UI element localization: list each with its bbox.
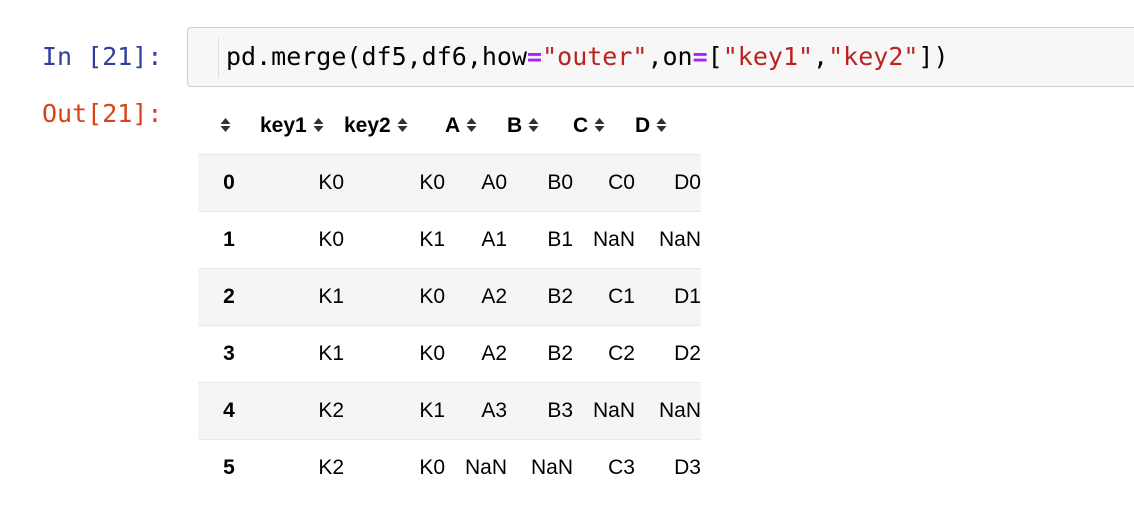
table-cell-c: C1 [608, 285, 635, 308]
row-index: 5 [223, 456, 235, 479]
table-cell-d: D2 [674, 342, 701, 365]
column-header-label: key1 [260, 114, 307, 137]
table-cell-key1: K2 [318, 456, 344, 479]
table-cell-b: B1 [547, 228, 573, 251]
table-cell-a: A2 [481, 342, 507, 365]
table-cell-c: C0 [608, 171, 635, 194]
code-token: = [692, 42, 708, 71]
table-cell-b: B2 [547, 285, 573, 308]
table-cell-d: D1 [674, 285, 701, 308]
column-header-label: key2 [344, 114, 391, 137]
table-cell-key2: K0 [419, 342, 445, 365]
code-token: ,on [647, 42, 693, 71]
table-cell-d: NaN [658, 399, 701, 422]
code-token: [ [707, 42, 723, 71]
column-header-d[interactable]: D [635, 98, 701, 155]
index-column-header[interactable] [198, 98, 260, 155]
column-header-label: D [635, 114, 651, 137]
sort-both-icon[interactable] [528, 117, 539, 133]
table-cell-d: NaN [658, 228, 701, 251]
column-header-key2[interactable]: key2 [344, 98, 445, 155]
table-row: 5 K2 K0 NaN NaN C3 D3 [198, 439, 701, 497]
table-cell-key1: K0 [318, 228, 344, 251]
sort-both-icon[interactable] [594, 117, 605, 133]
code-token: pd.merge(df5,df6,how [226, 42, 528, 71]
table-cell-key2: K0 [419, 171, 445, 194]
table-cell-b: NaN [530, 456, 573, 479]
code-token: "key1" [722, 42, 814, 71]
table-cell-a: A2 [481, 285, 507, 308]
dataframe-table: key1 key2 A B C D 0 K0 K0 A0 B0 C0 D0 1 K0 K1 A1 B1 NaN Na… [198, 98, 701, 496]
column-header-b[interactable]: B [507, 98, 573, 155]
table-cell-d: D3 [674, 456, 701, 479]
table-cell-c: C2 [608, 342, 635, 365]
code-token: , [813, 42, 829, 71]
table-row: 3 K1 K0 A2 B2 C2 D2 [198, 325, 701, 383]
table-header-row: key1 key2 A B C D [198, 98, 701, 155]
row-index: 2 [223, 285, 235, 308]
table-body: 0 K0 K0 A0 B0 C0 D0 1 K0 K1 A1 B1 NaN NaN 2 K1 K0 A2 B2 C1 D… [198, 154, 701, 497]
sort-both-icon[interactable] [397, 117, 408, 133]
code-token: ]) [918, 42, 949, 71]
table-cell-key2: K1 [419, 399, 445, 422]
code-token: "key2" [828, 42, 919, 71]
editor-gutter-line [218, 38, 219, 78]
table-row: 1 K0 K1 A1 B1 NaN NaN [198, 211, 701, 269]
table-cell-a: A0 [481, 171, 507, 194]
code-line[interactable]: pd.merge(df5,df6,how="outer",on=["key1",… [226, 42, 949, 72]
row-index: 4 [223, 399, 235, 422]
column-header-label: C [573, 114, 589, 137]
table-cell-key1: K1 [318, 342, 344, 365]
table-cell-d: D0 [674, 171, 701, 194]
column-header-key1[interactable]: key1 [260, 98, 344, 155]
row-index: 1 [223, 228, 235, 251]
table-cell-c: C3 [608, 456, 635, 479]
column-header-label: B [507, 114, 523, 137]
table-cell-key2: K0 [419, 285, 445, 308]
table-cell-a: A1 [481, 228, 507, 251]
table-cell-key2: K0 [419, 456, 445, 479]
row-index: 3 [223, 342, 235, 365]
table-cell-a: NaN [464, 456, 507, 479]
sort-both-icon[interactable] [220, 117, 231, 133]
sort-both-icon[interactable] [466, 117, 477, 133]
code-input-area[interactable]: pd.merge(df5,df6,how="outer",on=["key1",… [187, 27, 1134, 87]
sort-both-icon[interactable] [313, 117, 324, 133]
table-cell-key2: K1 [419, 228, 445, 251]
code-token: = [527, 42, 543, 71]
column-header-a[interactable]: A [445, 98, 507, 155]
output-prompt: Out[21]: [42, 99, 163, 128]
table-cell-b: B0 [547, 171, 573, 194]
table-cell-key1: K0 [318, 171, 344, 194]
column-header-label: A [445, 114, 461, 137]
table-cell-c: NaN [592, 399, 635, 422]
code-token: "outer" [542, 42, 648, 71]
table-row: 0 K0 K0 A0 B0 C0 D0 [198, 154, 701, 212]
table-cell-b: B3 [547, 399, 573, 422]
table-cell-c: NaN [592, 228, 635, 251]
column-header-c[interactable]: C [573, 98, 635, 155]
table-cell-b: B2 [547, 342, 573, 365]
table-row: 2 K1 K0 A2 B2 C1 D1 [198, 268, 701, 326]
table-cell-a: A3 [481, 399, 507, 422]
sort-both-icon[interactable] [656, 117, 667, 133]
table-cell-key1: K1 [318, 285, 344, 308]
table-cell-key1: K2 [318, 399, 344, 422]
input-prompt: In [21]: [42, 42, 163, 71]
table-row: 4 K2 K1 A3 B3 NaN NaN [198, 382, 701, 440]
row-index: 0 [223, 171, 235, 194]
